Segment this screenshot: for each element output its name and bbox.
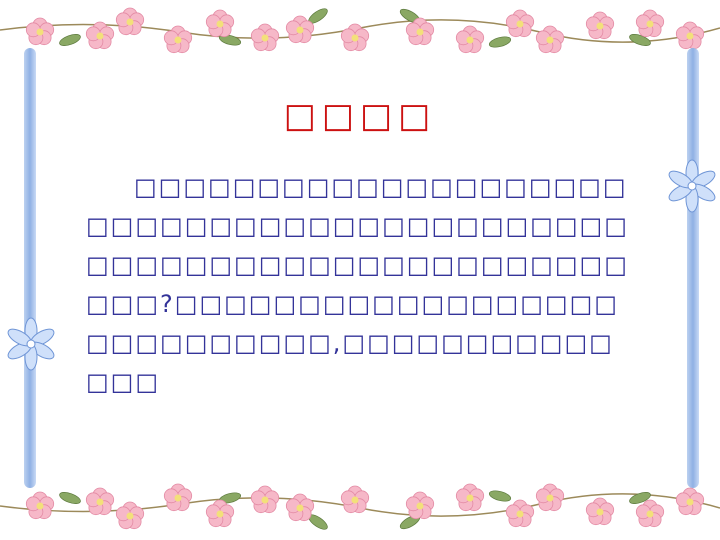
top-floral-border	[0, 5, 720, 54]
slide: □□□□ □□□□□□□□□□□□□□□□□□□□□□□□□□□□□□□□□□□…	[0, 0, 720, 540]
bottom-floral-border	[0, 483, 720, 533]
body-paragraph: □□□□□□□□□□□□□□□□□□□□□□□□□□□□□□□□□□□□□□□□…	[86, 173, 629, 396]
snowflake-flower-icon	[668, 159, 716, 213]
slide-title: □□□□	[283, 96, 437, 136]
snowflake-flower-icon	[7, 317, 55, 371]
